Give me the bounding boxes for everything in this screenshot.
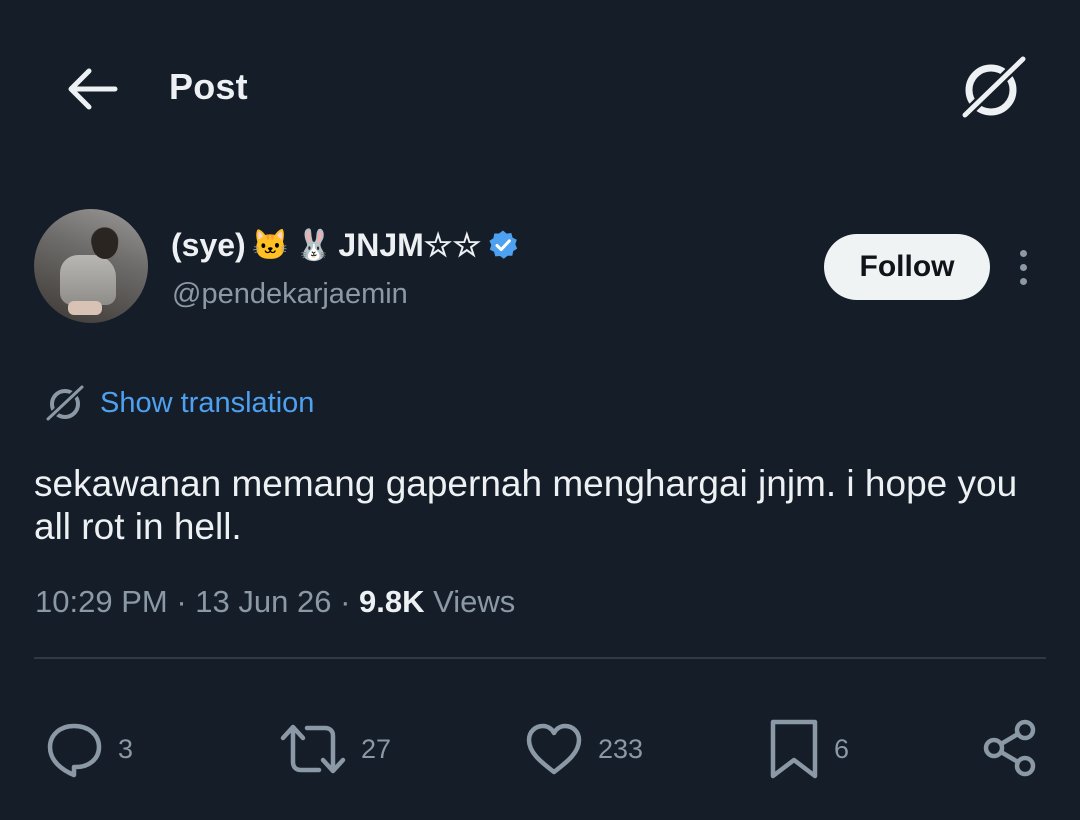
views-label: Views (433, 584, 516, 619)
author-display-name[interactable]: (sye) 🐱 🐰 JNJM☆☆ (171, 226, 519, 264)
back-button[interactable] (62, 62, 122, 116)
grok-button[interactable] (955, 52, 1031, 124)
top-bar (0, 0, 1080, 175)
more-dot-icon (1019, 263, 1027, 271)
divider (34, 657, 1046, 659)
post-text: sekawanan memang gapernah menghargai jnj… (34, 463, 1018, 547)
page-title: Post (169, 66, 248, 107)
back-arrow-icon (68, 68, 118, 110)
reply-button[interactable]: 3 (44, 718, 133, 780)
post-date[interactable]: 13 Jun 26 (195, 584, 331, 619)
views-count[interactable]: 9.8K (359, 584, 424, 619)
reply-count: 3 (118, 733, 134, 764)
share-button[interactable] (980, 716, 1040, 780)
bookmark-count: 6 (834, 733, 850, 764)
bookmark-button[interactable]: 6 (768, 718, 849, 780)
separator-dot: · (176, 584, 196, 619)
grok-icon (958, 53, 1029, 122)
more-dot-icon (1019, 277, 1027, 285)
post-metadata: 10:29 PM · 13 Jun 26 · 9.8K Views (35, 584, 515, 620)
more-dot-icon (1019, 249, 1027, 257)
more-options-button[interactable] (1008, 244, 1038, 290)
show-translation-label: Show translation (100, 386, 315, 419)
rabbit-emoji: 🐰 (295, 228, 333, 262)
like-button[interactable]: 233 (524, 718, 643, 780)
cat-emoji: 🐱 (251, 228, 290, 262)
repost-icon (280, 724, 346, 774)
show-translation-link[interactable]: Show translation (44, 382, 314, 424)
post-time[interactable]: 10:29 PM (35, 584, 168, 619)
heart-icon (526, 723, 582, 775)
reply-icon (47, 723, 102, 778)
follow-button[interactable]: Follow (824, 234, 990, 300)
author-handle[interactable]: @pendekarjaemin (172, 278, 408, 311)
repost-button[interactable]: 27 (279, 718, 391, 780)
avatar[interactable] (34, 209, 148, 323)
grok-icon (44, 383, 86, 423)
display-name-suffix: JNJM☆☆ (338, 227, 482, 263)
like-count: 233 (598, 733, 644, 764)
bookmark-icon (770, 719, 818, 779)
separator-dot: · (340, 584, 359, 619)
verified-badge-icon (489, 230, 518, 259)
repost-count: 27 (361, 733, 392, 764)
share-icon (983, 719, 1036, 777)
display-name-text: (sye) (171, 226, 246, 263)
